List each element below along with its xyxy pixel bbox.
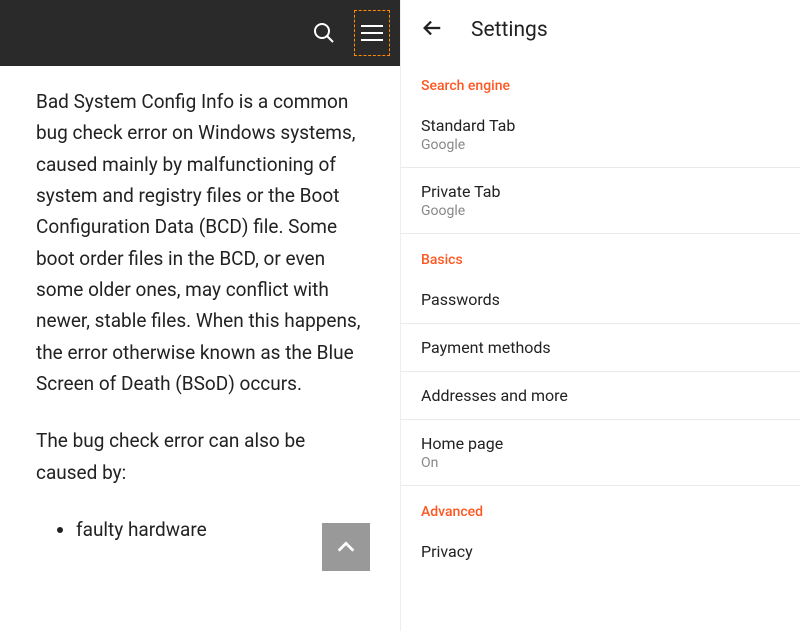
arrow-left-icon bbox=[421, 17, 443, 39]
section-label-basics: Basics bbox=[401, 234, 800, 276]
article-body: Bad System Config Info is a common bug c… bbox=[0, 66, 400, 545]
settings-item-private-tab[interactable]: Private Tab Google bbox=[401, 168, 800, 234]
section-label-search-engine: Search engine bbox=[401, 60, 800, 102]
settings-pane: Settings Search engine Standard Tab Goog… bbox=[400, 0, 800, 631]
list-item: faulty hardware bbox=[76, 514, 364, 545]
item-title: Privacy bbox=[421, 542, 780, 561]
settings-item-standard-tab[interactable]: Standard Tab Google bbox=[401, 102, 800, 168]
item-subtitle: Google bbox=[421, 137, 780, 153]
hamburger-icon bbox=[361, 25, 383, 41]
item-title: Passwords bbox=[421, 290, 780, 309]
settings-item-passwords[interactable]: Passwords bbox=[401, 276, 800, 324]
article-list: faulty hardware bbox=[36, 514, 364, 545]
search-icon[interactable] bbox=[312, 21, 336, 45]
settings-item-privacy[interactable]: Privacy bbox=[401, 528, 800, 575]
article-header bbox=[0, 0, 400, 66]
item-title: Private Tab bbox=[421, 182, 780, 201]
article-paragraph: Bad System Config Info is a common bug c… bbox=[36, 86, 364, 399]
settings-item-payment[interactable]: Payment methods bbox=[401, 324, 800, 372]
back-button[interactable] bbox=[421, 17, 443, 43]
settings-item-addresses[interactable]: Addresses and more bbox=[401, 372, 800, 420]
item-subtitle: Google bbox=[421, 203, 780, 219]
item-title: Payment methods bbox=[421, 338, 780, 357]
item-title: Standard Tab bbox=[421, 116, 780, 135]
settings-item-homepage[interactable]: Home page On bbox=[401, 420, 800, 486]
settings-header: Settings bbox=[401, 0, 800, 60]
item-title: Addresses and more bbox=[421, 386, 780, 405]
article-pane: Bad System Config Info is a common bug c… bbox=[0, 0, 400, 631]
settings-title: Settings bbox=[471, 18, 548, 42]
scroll-to-top-button[interactable] bbox=[322, 523, 370, 571]
item-title: Home page bbox=[421, 434, 780, 453]
article-paragraph: The bug check error can also be caused b… bbox=[36, 425, 364, 488]
section-label-advanced: Advanced bbox=[401, 486, 800, 528]
item-subtitle: On bbox=[421, 455, 780, 471]
chevron-up-icon bbox=[335, 536, 357, 558]
menu-button-highlighted[interactable] bbox=[354, 10, 390, 56]
